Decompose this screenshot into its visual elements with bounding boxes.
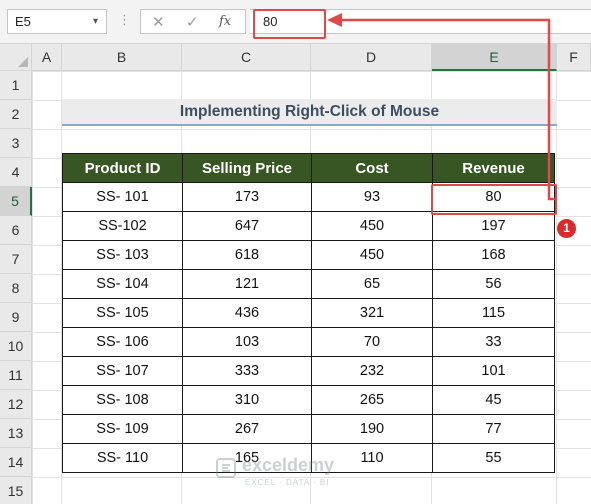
row-header-15[interactable]: 15 [0,477,32,504]
cell-product-id[interactable]: SS- 110 [62,443,183,473]
column-header-b[interactable]: B [62,44,182,71]
cell-cost[interactable]: 450 [311,240,433,270]
chevron-down-icon[interactable]: ▾ [93,16,98,27]
table-row: SS- 104 121 65 56 [62,269,555,299]
table-row: SS- 105 436 321 115 [62,298,555,328]
cell-product-id[interactable]: SS- 103 [62,240,183,270]
cell-selling-price[interactable]: 647 [182,211,312,241]
cell-cost[interactable]: 321 [311,298,433,328]
cell-product-id[interactable]: SS- 109 [62,414,183,444]
cell-cost[interactable]: 93 [311,182,433,212]
row-header-3[interactable]: 3 [0,129,32,158]
title-underline [62,124,557,126]
cell-revenue[interactable]: 115 [432,298,555,328]
formula-highlight-box [253,9,326,39]
column-header-c[interactable]: C [182,44,311,71]
table-row: SS- 108 310 265 45 [62,385,555,415]
select-all-triangle-icon [18,57,28,67]
enter-icon[interactable]: ✓ [186,13,199,31]
table-row: SS- 109 267 190 77 [62,414,555,444]
cell-product-id[interactable]: SS- 104 [62,269,183,299]
sheet-title: Implementing Right-Click of Mouse [179,103,440,120]
cell-selling-price[interactable]: 103 [182,327,312,357]
cell-revenue[interactable]: 33 [432,327,555,357]
header-revenue[interactable]: Revenue [432,153,555,183]
table-body: SS- 101 173 93 80 SS-102 647 450 197 SS- 103 618 4… [62,182,555,473]
step-badge: 1 [557,219,576,238]
cell-product-id[interactable]: SS- 101 [62,182,183,212]
cell-product-id[interactable]: SS- 106 [62,327,183,357]
header-selling-price[interactable]: Selling Price [182,153,312,183]
cell-product-id[interactable]: SS- 108 [62,385,183,415]
cell-selling-price[interactable]: 310 [182,385,312,415]
cell-cost[interactable]: 232 [311,356,433,386]
row-header-5[interactable]: 5 [0,187,32,216]
watermark: exceldemy EXCEL · DATA · BI [215,453,395,495]
name-box-value: E5 [15,14,31,29]
header-product-id[interactable]: Product ID [62,153,183,183]
selected-cell-highlight [431,184,557,215]
cell-cost[interactable]: 190 [311,414,433,444]
cell-revenue[interactable]: 168 [432,240,555,270]
cell-revenue[interactable]: 101 [432,356,555,386]
cell-product-id[interactable]: SS- 107 [62,356,183,386]
table-row: SS- 106 103 70 33 [62,327,555,357]
row-header-1[interactable]: 1 [0,71,32,100]
select-all-button[interactable] [0,44,32,71]
row-header-14[interactable]: 14 [0,448,32,477]
row-header-8[interactable]: 8 [0,274,32,303]
row-header-11[interactable]: 11 [0,361,32,390]
table-row: SS- 103 618 450 168 [62,240,555,270]
cell-cost[interactable]: 65 [311,269,433,299]
table-row: SS- 107 333 232 101 [62,356,555,386]
insert-function-icon[interactable]: fx [219,14,231,29]
cell-cost[interactable]: 450 [311,211,433,241]
watermark-tagline: EXCEL · DATA · BI [245,478,330,487]
row-header-4[interactable]: 4 [0,158,32,187]
row-header-9[interactable]: 9 [0,303,32,332]
cell-selling-price[interactable]: 618 [182,240,312,270]
formula-bar-buttons: ✕ ✓ fx [140,9,246,34]
cell-cost[interactable]: 265 [311,385,433,415]
cell-selling-price[interactable]: 267 [182,414,312,444]
column-header-a[interactable]: A [32,44,62,71]
cell-selling-price[interactable]: 121 [182,269,312,299]
column-header-f[interactable]: F [557,44,591,71]
name-box[interactable]: E5 ▾ [7,9,107,34]
table-header-row: Product ID Selling Price Cost Revenue [62,153,555,183]
row-header-6[interactable]: 6 [0,216,32,245]
gridline [556,71,557,504]
exceldemy-logo-icon [216,458,236,478]
row-header-10[interactable]: 10 [0,332,32,361]
cell-selling-price[interactable]: 333 [182,356,312,386]
cell-revenue[interactable]: 56 [432,269,555,299]
row-header-12[interactable]: 12 [0,390,32,419]
row-header-7[interactable]: 7 [0,245,32,274]
row-header-2[interactable]: 2 [0,100,32,129]
cell-product-id[interactable]: SS- 105 [62,298,183,328]
cell-revenue[interactable]: 197 [432,211,555,241]
cell-revenue[interactable]: 55 [432,443,555,473]
column-header-e[interactable]: E [432,44,557,71]
cell-cost[interactable]: 70 [311,327,433,357]
more-options-icon: ⋮ [118,12,131,27]
table-row: SS-102 647 450 197 [62,211,555,241]
cell-product-id[interactable]: SS-102 [62,211,183,241]
cancel-icon[interactable]: ✕ [152,13,165,31]
cell-selling-price[interactable]: 436 [182,298,312,328]
header-cost[interactable]: Cost [311,153,433,183]
cell-revenue[interactable]: 45 [432,385,555,415]
column-header-d[interactable]: D [311,44,432,71]
cell-revenue[interactable]: 77 [432,414,555,444]
row-header-13[interactable]: 13 [0,419,32,448]
cell-selling-price[interactable]: 173 [182,182,312,212]
watermark-name: exceldemy [242,455,335,475]
